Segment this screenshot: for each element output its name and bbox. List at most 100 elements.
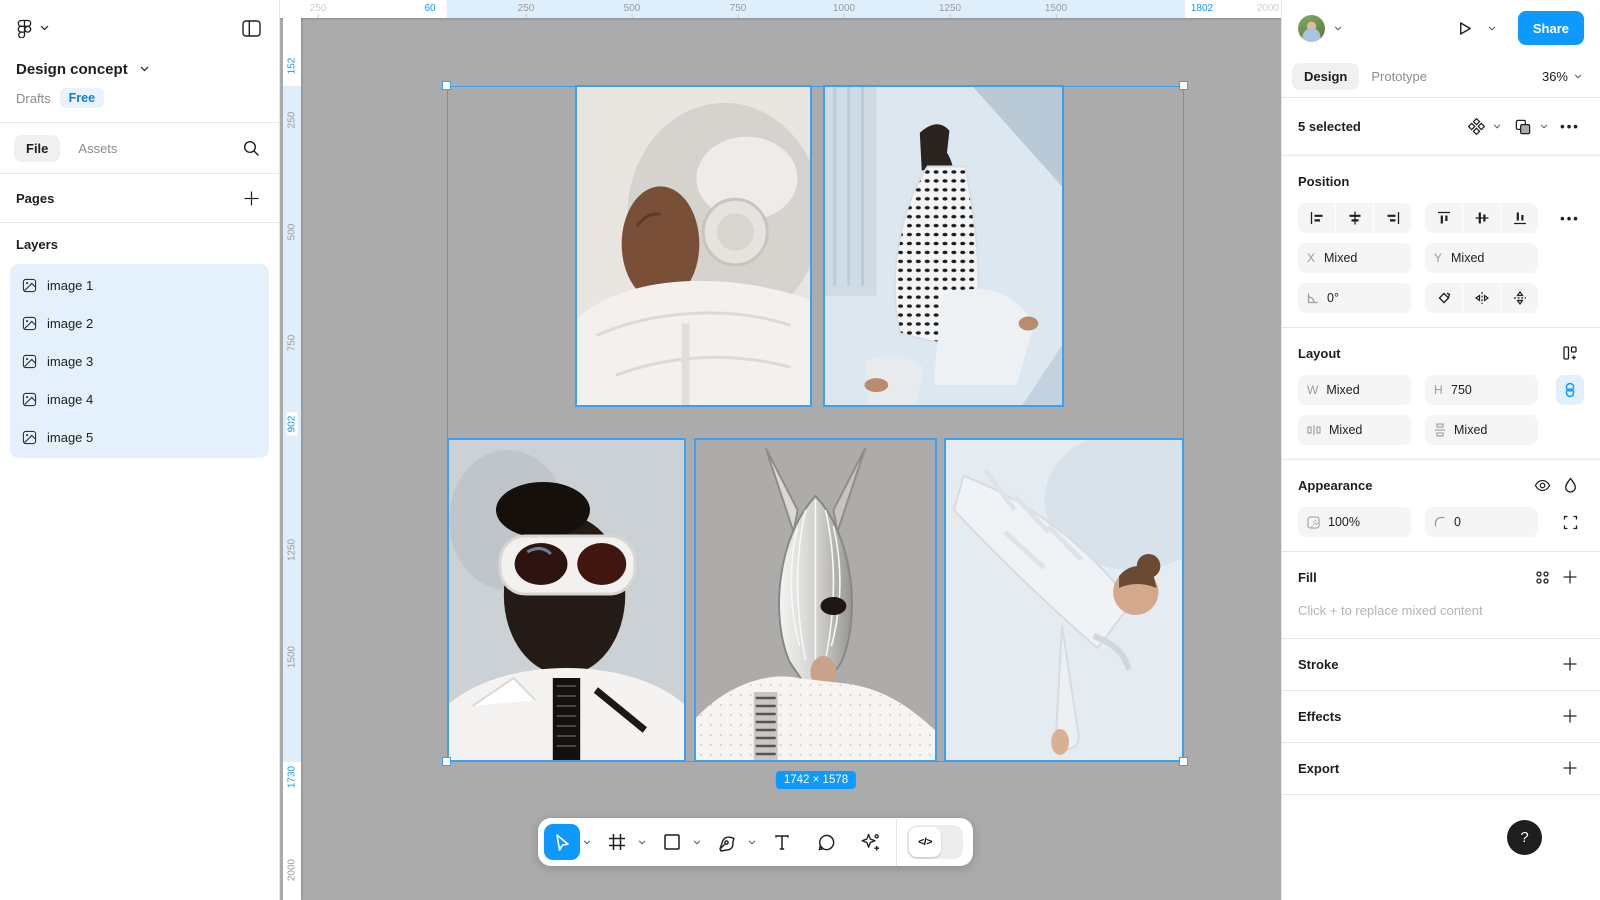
shape-tool-chevron[interactable]	[690, 824, 704, 860]
corner-radius-field[interactable]: 0	[1425, 507, 1538, 537]
flip-vertical-icon[interactable]	[1501, 283, 1538, 313]
constrain-proportions-icon[interactable]	[1556, 375, 1584, 405]
image-layer-icon	[22, 430, 37, 445]
tab-prototype[interactable]: Prototype	[1359, 63, 1439, 90]
horizontal-resizing-field[interactable]: Mixed	[1298, 415, 1411, 445]
layer-name: image 4	[47, 392, 93, 407]
selection-handle-bottom-right[interactable]	[1179, 757, 1188, 766]
mask-chevron[interactable]	[1537, 109, 1551, 145]
text-icon	[773, 833, 791, 851]
layer-row-image-4[interactable]: image 4	[10, 380, 269, 418]
ruler-tick-label: 1802	[1191, 3, 1213, 14]
add-page-button[interactable]	[237, 184, 265, 212]
selection-handle-bottom-left[interactable]	[442, 757, 451, 766]
x-position-field[interactable]: X Mixed	[1298, 243, 1411, 273]
ruler-tick-label: 750	[730, 3, 747, 14]
tab-assets[interactable]: Assets	[66, 135, 129, 162]
selection-handle-top-left[interactable]	[442, 81, 451, 90]
actions-tool-button[interactable]	[852, 824, 888, 860]
present-button[interactable]	[1451, 14, 1479, 42]
add-fill-icon[interactable]	[1556, 563, 1584, 591]
tab-file[interactable]: File	[14, 135, 60, 162]
comment-tool-button[interactable]	[808, 824, 844, 860]
selection-summary-row: 5 selected •••	[1282, 98, 1600, 156]
shape-tool-button[interactable]	[654, 824, 690, 860]
blend-droplet-icon[interactable]	[1556, 471, 1584, 499]
canvas-image-1[interactable]	[575, 85, 812, 407]
canvas-image-2[interactable]	[823, 85, 1064, 407]
add-effect-icon[interactable]	[1556, 702, 1584, 730]
align-right-icon[interactable]	[1374, 203, 1411, 233]
present-chevron[interactable]	[1485, 10, 1499, 46]
mask-icon[interactable]	[1509, 113, 1537, 141]
plan-badge[interactable]: Free	[60, 88, 104, 108]
visibility-eye-icon[interactable]	[1528, 471, 1556, 499]
share-button[interactable]: Share	[1518, 11, 1584, 45]
component-chevron[interactable]	[1490, 109, 1504, 145]
image-layer-icon	[22, 278, 37, 293]
move-tool-button[interactable]	[544, 824, 580, 860]
align-bottom-icon[interactable]	[1501, 203, 1538, 233]
rotate-icon[interactable]	[1425, 283, 1462, 313]
flip-horizontal-icon[interactable]	[1463, 283, 1500, 313]
zoom-control[interactable]: 36%	[1542, 69, 1590, 84]
main-menu-button[interactable]	[16, 19, 49, 38]
y-position-field[interactable]: Y Mixed	[1425, 243, 1538, 273]
ruler-horizontal[interactable]: 250 60 250 500 750 1000 1250 1500 1802 2…	[280, 0, 1281, 18]
rotation-field[interactable]: 0°	[1298, 283, 1411, 313]
layer-row-image-5[interactable]: image 5	[10, 418, 269, 456]
selection-handle-top-right[interactable]	[1179, 81, 1188, 90]
add-stroke-icon[interactable]	[1556, 650, 1584, 678]
opacity-field[interactable]: 100%	[1298, 507, 1411, 537]
layer-row-image-2[interactable]: image 2	[10, 304, 269, 342]
text-tool-button[interactable]	[764, 824, 800, 860]
layers-label: Layers	[0, 223, 279, 262]
pen-tool-button[interactable]	[709, 824, 745, 860]
image-layer-icon	[22, 354, 37, 369]
align-horizontal-center-icon[interactable]	[1336, 203, 1373, 233]
frame-tool-button[interactable]	[599, 824, 635, 860]
frame-tool-chevron[interactable]	[635, 824, 649, 860]
auto-layout-icon[interactable]	[1556, 339, 1584, 367]
canvas-image-3[interactable]	[447, 438, 686, 762]
left-sidebar: Design concept Drafts Free File Assets P…	[0, 0, 280, 900]
create-component-icon[interactable]	[1462, 113, 1490, 141]
selection-count: 5 selected	[1298, 119, 1361, 134]
user-avatar[interactable]	[1298, 15, 1325, 42]
layer-row-image-3[interactable]: image 3	[10, 342, 269, 380]
canvas-image-5[interactable]	[944, 438, 1184, 762]
apply-styles-icon[interactable]	[1528, 563, 1556, 591]
height-field[interactable]: H 750	[1425, 375, 1538, 405]
canvas-image-4[interactable]	[694, 438, 937, 762]
menu-chevron-icon	[40, 25, 49, 31]
ruler-vertical[interactable]: 152 250 500 750 902 1250 1500 1730 2000	[283, 18, 301, 900]
toggle-panel-icon[interactable]	[237, 14, 265, 42]
breadcrumb-drafts[interactable]: Drafts	[16, 91, 51, 106]
x-label: X	[1307, 251, 1316, 265]
inspector-tabs: Design Prototype 36%	[1282, 56, 1600, 98]
independent-corners-icon[interactable]	[1556, 508, 1584, 536]
align-top-icon[interactable]	[1425, 203, 1462, 233]
avatar-chevron[interactable]	[1331, 10, 1345, 46]
dev-mode-toggle[interactable]: </>	[907, 825, 963, 859]
canvas-viewport[interactable]: 1742 × 1578 250 60 250 500 750 1000 1250…	[280, 0, 1281, 900]
rectangle-icon	[663, 833, 681, 851]
height-label: H	[1434, 383, 1443, 397]
align-vertical-center-icon[interactable]	[1463, 203, 1500, 233]
more-options-icon[interactable]: •••	[1556, 113, 1584, 141]
help-button[interactable]: ?	[1507, 820, 1542, 855]
add-export-icon[interactable]	[1556, 754, 1584, 782]
align-left-icon[interactable]	[1298, 203, 1335, 233]
vertical-resizing-field[interactable]: Mixed	[1425, 415, 1538, 445]
layer-row-image-1[interactable]: image 1	[10, 266, 269, 304]
search-icon[interactable]	[237, 134, 265, 162]
move-tool-chevron[interactable]	[580, 824, 594, 860]
pen-tool-chevron[interactable]	[745, 824, 759, 860]
file-title-row[interactable]: Design concept	[0, 56, 279, 82]
pages-label[interactable]: Pages	[16, 191, 54, 206]
stroke-section: Stroke	[1282, 639, 1600, 691]
tab-design[interactable]: Design	[1292, 63, 1359, 90]
ruler-tick-label: 250	[287, 112, 298, 129]
width-field[interactable]: W Mixed	[1298, 375, 1411, 405]
more-alignment-icon[interactable]: •••	[1556, 204, 1584, 232]
